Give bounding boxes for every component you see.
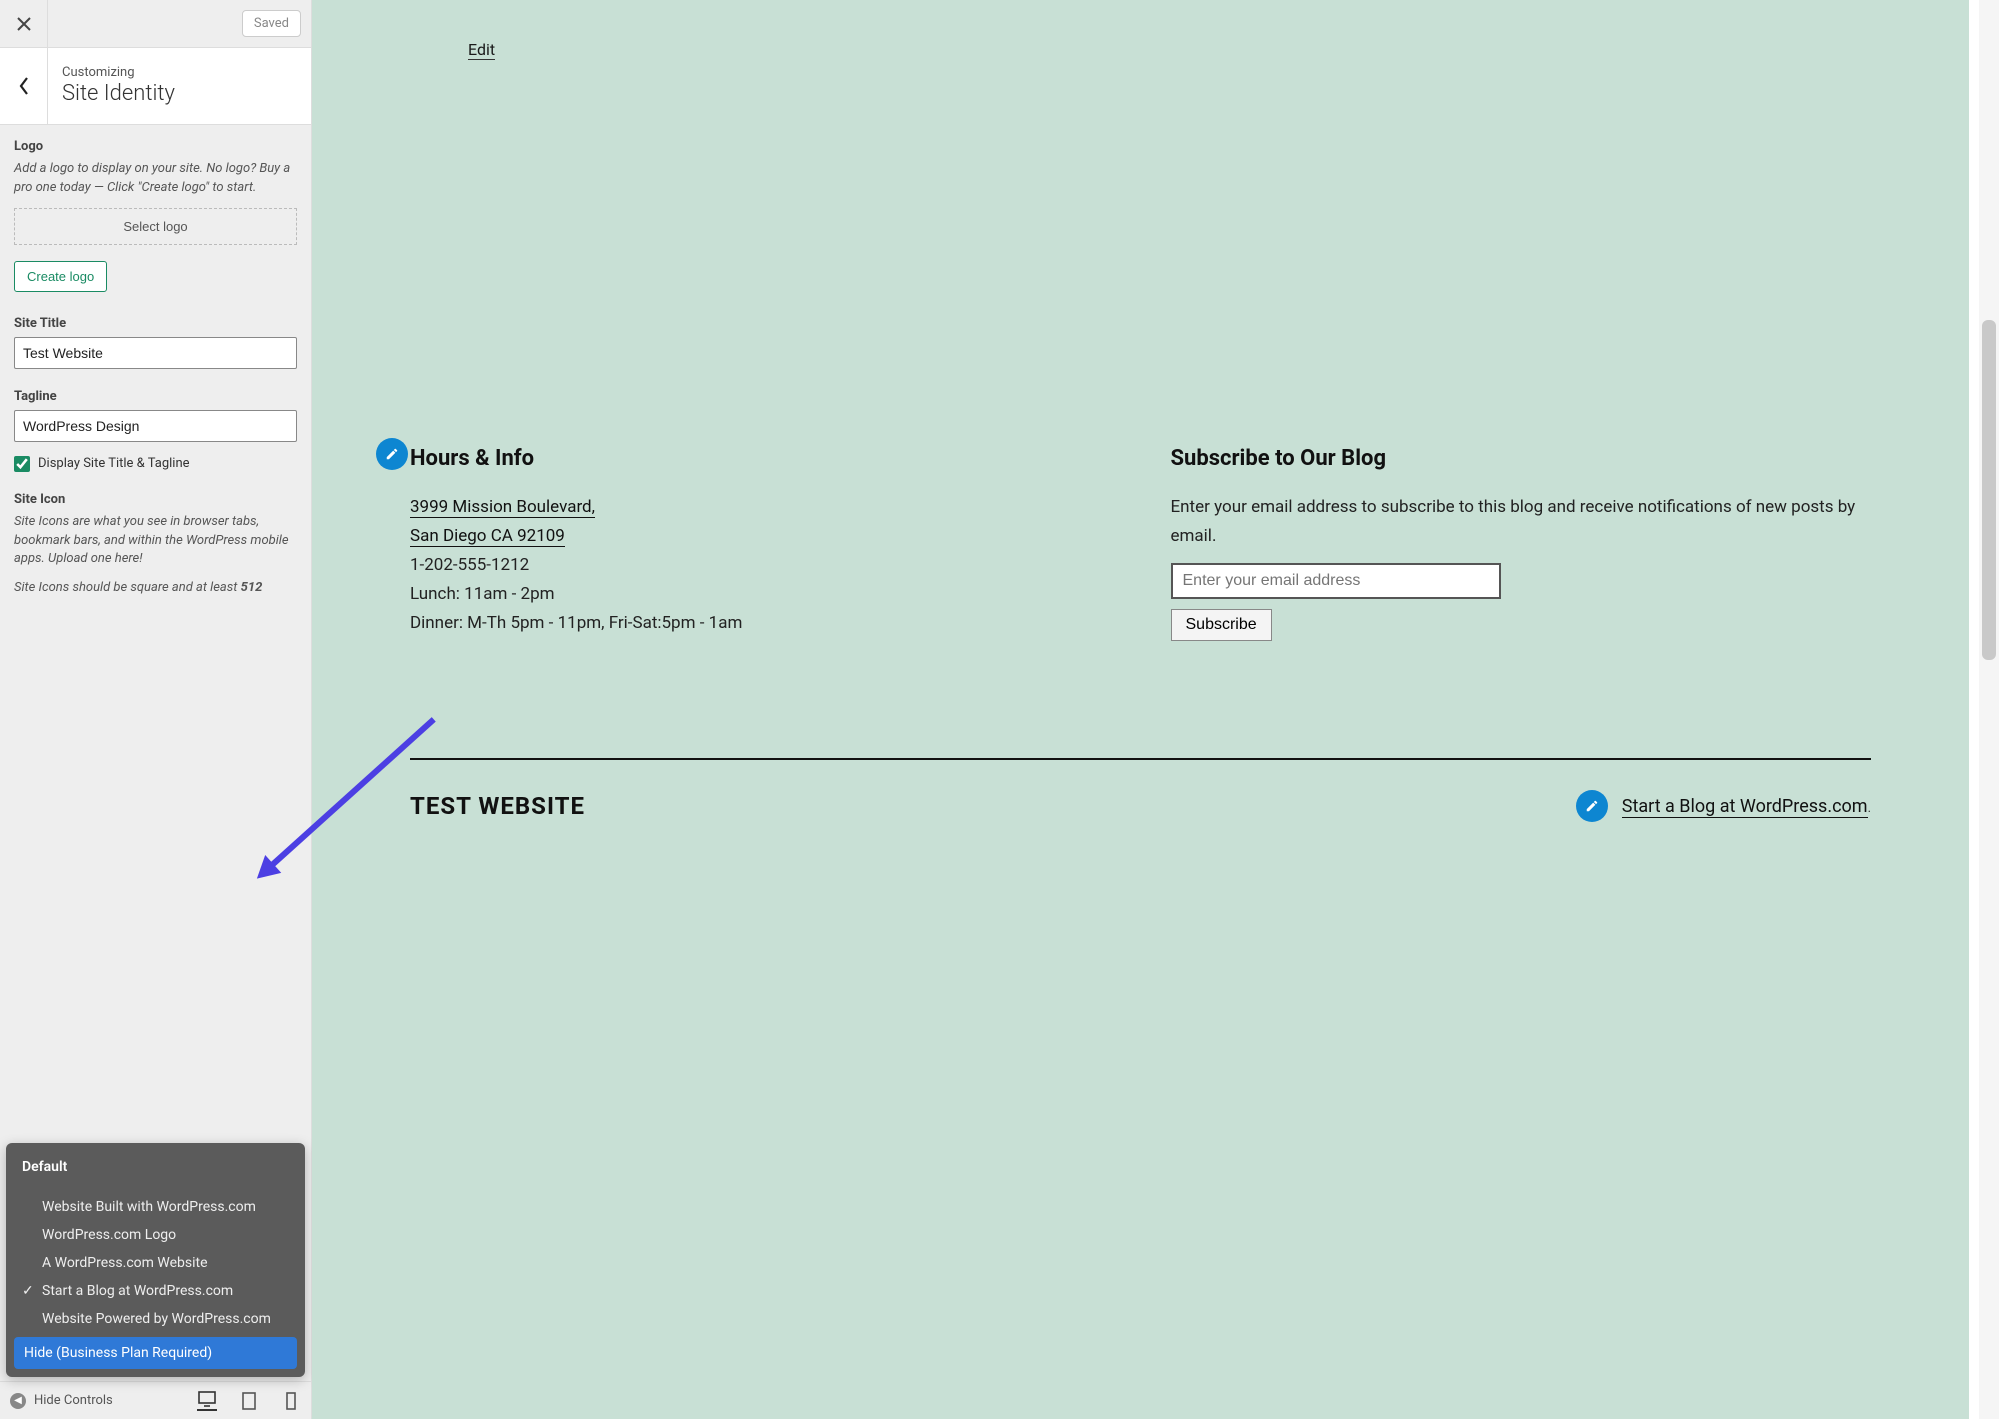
select-logo-button[interactable]: Select logo: [14, 208, 297, 245]
preview-wrap: Edit Hours & Info 3999 Mission Boulevard…: [312, 0, 1999, 1419]
pencil-icon: [385, 447, 399, 461]
scrollbar-thumb[interactable]: [1982, 320, 1996, 660]
display-title-checkbox-row[interactable]: Display Site Title & Tagline: [14, 456, 297, 472]
device-switcher: [197, 1391, 301, 1411]
chevron-left-icon: [18, 76, 30, 96]
dropdown-option[interactable]: Website Powered by WordPress.com: [6, 1305, 305, 1333]
dropdown-option-hide[interactable]: Hide (Business Plan Required): [14, 1337, 297, 1369]
close-icon: [16, 16, 32, 32]
desktop-device-icon[interactable]: [197, 1391, 217, 1411]
site-icon-help1: Site Icons are what you see in browser t…: [14, 513, 297, 570]
breadcrumb-row: Customizing Site Identity: [0, 48, 311, 125]
edit-badge-hours[interactable]: [376, 438, 408, 470]
footer-credit-link[interactable]: Start a Blog at WordPress.com: [1622, 796, 1868, 818]
site-footer-row: TEST WEBSITE Start a Blog at WordPress.c…: [410, 790, 1871, 822]
tagline-input[interactable]: [14, 410, 297, 442]
subscribe-email-input[interactable]: [1171, 563, 1501, 599]
saved-status: Saved: [242, 10, 301, 37]
back-button[interactable]: [0, 48, 48, 124]
address-line1[interactable]: 3999 Mission Boulevard,: [410, 497, 595, 518]
collapse-icon: ◀: [10, 1393, 26, 1409]
customizer-sidebar: Saved Customizing Site Identity Logo Add…: [0, 0, 312, 1419]
edit-shortcut-link[interactable]: Edit: [468, 40, 495, 60]
dropdown-option-selected[interactable]: ✓Start a Blog at WordPress.com: [6, 1277, 305, 1305]
hide-controls-button[interactable]: ◀ Hide Controls: [10, 1393, 113, 1409]
footer-credit-dropdown[interactable]: Default Website Built with WordPress.com…: [6, 1143, 305, 1377]
dropdown-option[interactable]: Website Built with WordPress.com: [6, 1193, 305, 1221]
dropdown-header: Default: [6, 1151, 305, 1183]
preview-scrollbar[interactable]: [1979, 0, 1999, 1419]
footer-site-title: TEST WEBSITE: [410, 792, 585, 820]
check-icon: ✓: [22, 1283, 34, 1299]
footer-credit-suffix: .: [1868, 801, 1871, 816]
footer-divider: [410, 758, 1871, 760]
page-title: Site Identity: [62, 82, 175, 106]
dropdown-option[interactable]: A WordPress.com Website: [6, 1249, 305, 1277]
site-icon-heading: Site Icon: [14, 492, 297, 507]
site-title-label: Site Title: [14, 316, 297, 331]
dropdown-option[interactable]: WordPress.com Logo: [6, 1221, 305, 1249]
display-title-checkbox-label: Display Site Title & Tagline: [38, 456, 190, 471]
edit-badge-footer[interactable]: [1576, 790, 1608, 822]
site-title-input[interactable]: [14, 337, 297, 369]
logo-heading: Logo: [14, 139, 297, 154]
footer-widgets: Hours & Info 3999 Mission Boulevard, San…: [410, 440, 1871, 641]
subscribe-button[interactable]: Subscribe: [1171, 609, 1272, 641]
create-logo-button[interactable]: Create logo: [14, 261, 107, 292]
tagline-label: Tagline: [14, 389, 297, 404]
subscribe-heading: Subscribe to Our Blog: [1171, 440, 1872, 477]
hours-info-widget: Hours & Info 3999 Mission Boulevard, San…: [410, 440, 1111, 641]
lunch-line: Lunch: 11am - 2pm: [410, 580, 1111, 609]
customizer-topbar: Saved: [0, 0, 311, 48]
close-button[interactable]: [0, 0, 48, 48]
subscribe-widget: Subscribe to Our Blog Enter your email a…: [1171, 440, 1872, 641]
tablet-device-icon[interactable]: [239, 1391, 259, 1411]
customizer-bottom-bar: ◀ Hide Controls: [0, 1381, 311, 1419]
logo-help: Add a logo to display on your site. No l…: [14, 160, 297, 198]
dinner-line: Dinner: M-Th 5pm - 11pm, Fri-Sat:5pm - 1…: [410, 609, 1111, 638]
mobile-device-icon[interactable]: [281, 1391, 301, 1411]
display-title-checkbox[interactable]: [14, 456, 30, 472]
pencil-icon: [1585, 799, 1599, 813]
site-icon-help2: Site Icons should be square and at least…: [14, 579, 297, 598]
address-line2[interactable]: San Diego CA 92109: [410, 526, 565, 547]
hours-heading: Hours & Info: [410, 440, 1111, 477]
breadcrumb-label: Customizing: [62, 65, 175, 80]
site-preview: Edit Hours & Info 3999 Mission Boulevard…: [312, 0, 1969, 1419]
phone-line: 1-202-555-1212: [410, 551, 1111, 580]
subscribe-description: Enter your email address to subscribe to…: [1171, 493, 1872, 551]
